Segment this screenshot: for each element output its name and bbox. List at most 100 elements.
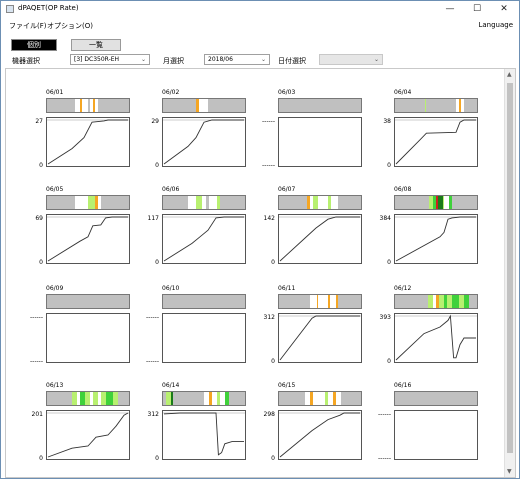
y-max-label: 312: [263, 314, 275, 321]
status-segment: [82, 99, 88, 112]
scroll-thumb[interactable]: [507, 83, 513, 453]
day-cell[interactable]: 06/02 29 0: [148, 89, 248, 184]
y-min-label: 0: [39, 455, 43, 462]
status-segment: [452, 295, 459, 308]
day-date: 06/16: [394, 382, 412, 389]
device-select-label: 機器選択: [12, 57, 40, 65]
status-segment: [310, 295, 317, 308]
device-select[interactable]: [3] DC350R-EH ⌄: [70, 54, 150, 65]
cumulative-chart: [162, 117, 246, 167]
day-cell[interactable]: 06/01 27 0: [32, 89, 132, 184]
chevron-down-icon: ⌄: [373, 56, 379, 63]
tab-individual[interactable]: 個別: [11, 39, 57, 51]
cumulative-chart: [46, 117, 130, 167]
chevron-down-icon: ⌄: [140, 56, 146, 63]
status-segment: [313, 392, 320, 405]
day-date: 06/08: [394, 186, 412, 193]
cumulative-chart: [162, 214, 246, 264]
cumulative-chart: [394, 313, 478, 363]
day-cell[interactable]: 06/16 ------ ------: [378, 382, 480, 477]
day-date: 06/03: [278, 89, 296, 96]
status-segment: [202, 196, 206, 209]
y-min-label: ------: [30, 358, 43, 365]
title-bar[interactable]: dPAQET(OP Rate) — ☐ ✕: [1, 1, 519, 18]
cumulative-line: [395, 119, 476, 165]
cumulative-line: [395, 314, 476, 361]
status-segment: [106, 392, 113, 405]
status-timeline: [278, 294, 362, 309]
day-date: 06/13: [46, 382, 64, 389]
status-timeline: [278, 195, 362, 210]
day-cell[interactable]: 06/12 393 0: [380, 285, 480, 380]
day-date: 06/06: [162, 186, 180, 193]
day-cell[interactable]: 06/11 312 0: [264, 285, 364, 380]
y-min-label: 0: [271, 455, 275, 462]
cumulative-chart: [394, 214, 478, 264]
menu-file[interactable]: ファイル(F): [9, 21, 47, 31]
day-cell[interactable]: 06/07 142 0: [264, 186, 364, 281]
day-date: 06/07: [278, 186, 296, 193]
scroll-down-icon[interactable]: ▼: [507, 468, 512, 475]
y-max-label: 69: [35, 215, 43, 222]
vertical-scrollbar[interactable]: ▲ ▼: [504, 69, 515, 477]
status-timeline: [162, 98, 246, 113]
day-cell[interactable]: 06/14 312 0: [148, 382, 248, 477]
cumulative-line: [279, 412, 360, 458]
chart-svg: [395, 119, 477, 165]
cumulative-chart: [278, 214, 362, 264]
cumulative-chart: [278, 410, 362, 460]
day-cell[interactable]: 06/13 201 0: [32, 382, 132, 477]
chart-svg: [279, 216, 361, 262]
day-cell[interactable]: 06/15 298 0: [264, 382, 364, 477]
status-segment: [187, 196, 196, 209]
y-max-label: 393: [379, 314, 391, 321]
y-max-label: 201: [31, 411, 43, 418]
y-max-label: 298: [263, 411, 275, 418]
y-min-label: 0: [387, 358, 391, 365]
y-max-label: ------: [30, 314, 43, 321]
cumulative-line: [47, 119, 128, 165]
month-select[interactable]: 2018/06 ⌄: [204, 54, 270, 65]
day-cell[interactable]: 06/09 ------ ------: [30, 285, 132, 380]
status-timeline: [394, 294, 478, 309]
y-max-label: ------: [262, 118, 275, 125]
status-segment: [112, 392, 118, 405]
day-cell[interactable]: 06/03 ------ ------: [262, 89, 364, 184]
day-cell[interactable]: 06/05 69 0: [32, 186, 132, 281]
day-date: 06/10: [162, 285, 180, 292]
status-timeline: [278, 391, 362, 406]
status-segment: [449, 196, 453, 209]
cumulative-chart: [162, 410, 246, 460]
y-min-label: 0: [155, 162, 159, 169]
date-select[interactable]: ⌄: [319, 54, 383, 65]
day-cell[interactable]: 06/06 117 0: [148, 186, 248, 281]
y-max-label: 117: [147, 215, 159, 222]
app-window: dPAQET(OP Rate) — ☐ ✕ ファイル(F) オプション(O) L…: [0, 0, 520, 479]
day-cell[interactable]: 06/08 384 0: [380, 186, 480, 281]
day-cell[interactable]: 06/10 ------ ------: [146, 285, 248, 380]
y-max-label: 29: [151, 118, 159, 125]
status-timeline: [46, 391, 130, 406]
day-cell[interactable]: 06/04 38 0: [380, 89, 480, 184]
cumulative-chart: [46, 313, 130, 363]
y-min-label: 0: [271, 358, 275, 365]
chart-svg: [163, 216, 245, 262]
menu-options[interactable]: オプション(O): [47, 21, 93, 31]
minimize-button[interactable]: —: [437, 1, 463, 17]
status-timeline: [162, 195, 246, 210]
y-min-label: 0: [39, 162, 43, 169]
status-segment: [74, 196, 84, 209]
chart-svg: [163, 412, 245, 456]
menu-language[interactable]: Language: [478, 21, 513, 29]
status-segment: [217, 196, 221, 209]
status-timeline: [46, 98, 130, 113]
close-button[interactable]: ✕: [491, 1, 517, 17]
window-title: dPAQET(OP Rate): [18, 4, 79, 12]
day-date: 06/15: [278, 382, 296, 389]
scroll-up-icon[interactable]: ▲: [507, 71, 512, 78]
tab-list[interactable]: 一覧: [71, 39, 121, 51]
cumulative-line: [163, 412, 244, 456]
cumulative-line: [279, 315, 360, 361]
maximize-button[interactable]: ☐: [464, 1, 490, 17]
chart-svg: [47, 119, 129, 165]
